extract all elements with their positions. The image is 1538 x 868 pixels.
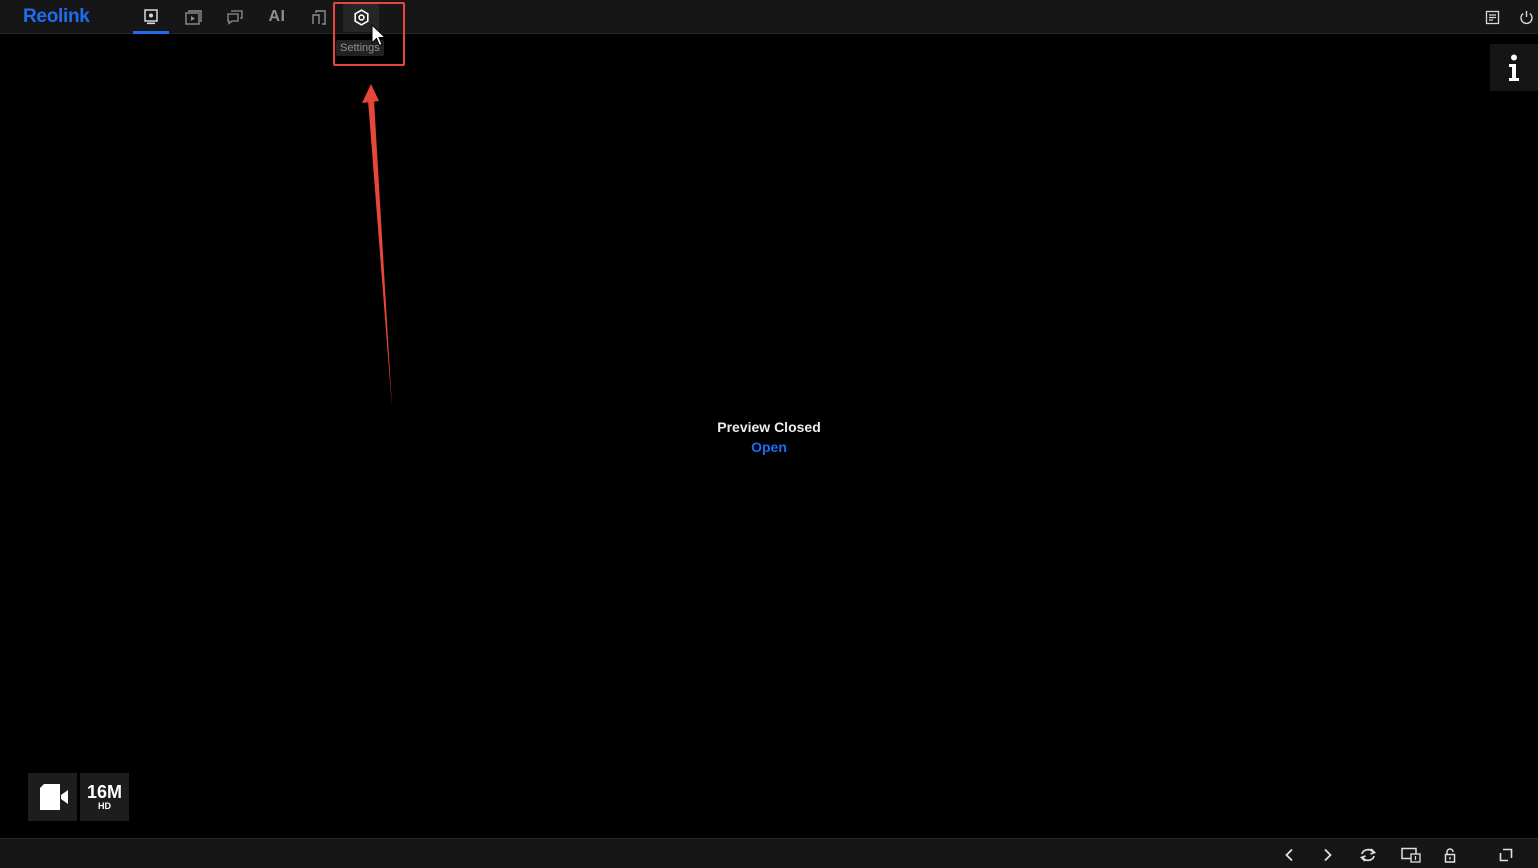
playback-icon — [184, 9, 202, 25]
info-button[interactable] — [1490, 44, 1538, 91]
chevron-right-icon — [1324, 848, 1332, 862]
nav-live-view-button[interactable] — [133, 0, 169, 34]
camera-icon — [144, 9, 158, 25]
resolution-badge: 16M HD — [80, 773, 129, 821]
next-button[interactable] — [1318, 845, 1338, 865]
active-tab-indicator — [133, 31, 169, 34]
nav-channel-button[interactable] — [301, 0, 337, 34]
camera-status-badge — [28, 773, 77, 821]
ai-label: AI — [268, 8, 286, 25]
nav-messages-button[interactable] — [217, 0, 253, 34]
channel-icon — [312, 9, 326, 25]
video-camera-icon — [39, 784, 68, 810]
annotation-highlight-box — [333, 2, 405, 66]
open-preview-link[interactable]: Open — [751, 439, 787, 455]
messages-icon — [227, 9, 243, 25]
info-icon — [1509, 54, 1519, 81]
nav-playback-button[interactable] — [175, 0, 211, 34]
screen-layout-icon — [1401, 847, 1421, 863]
preview-closed-message: Preview Closed — [717, 419, 821, 435]
quality-label: HD — [98, 801, 111, 811]
bottom-toolbar — [0, 838, 1538, 868]
resolution-label: 16M — [86, 782, 122, 802]
fullscreen-icon — [1499, 848, 1513, 862]
power-button[interactable] — [1516, 7, 1536, 27]
chevron-left-icon — [1285, 848, 1293, 862]
lock-button[interactable] — [1440, 845, 1460, 865]
fullscreen-button[interactable] — [1496, 845, 1516, 865]
notes-icon — [1485, 10, 1499, 24]
previous-button[interactable] — [1279, 845, 1299, 865]
notes-button[interactable] — [1482, 7, 1502, 27]
screen-layout-button[interactable] — [1401, 845, 1421, 865]
preview-open-row: Open — [0, 439, 1538, 457]
reolink-logo[interactable]: Reolink — [23, 6, 90, 28]
refresh-button[interactable] — [1358, 845, 1378, 865]
refresh-icon — [1359, 848, 1377, 862]
top-navigation-bar: Reolink AI — [0, 0, 1538, 34]
power-icon — [1519, 10, 1533, 24]
unlock-icon — [1444, 847, 1456, 863]
nav-ai-button[interactable]: AI — [259, 0, 295, 34]
